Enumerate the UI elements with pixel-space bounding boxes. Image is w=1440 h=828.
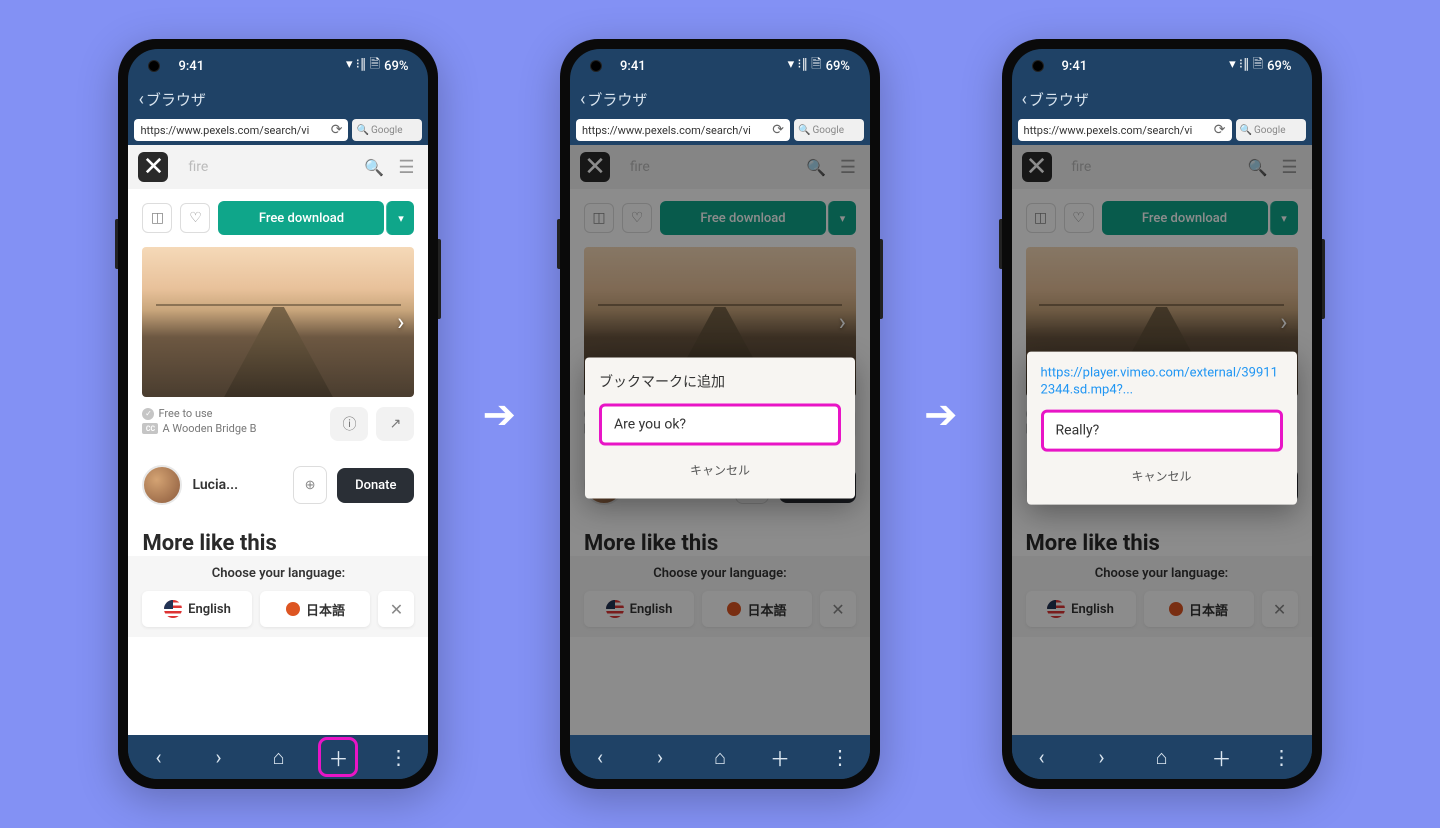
video-dialog: https://player.vimeo.com/external/399112… [1027,352,1297,505]
flag-us-icon [164,600,182,618]
nav-back-icon[interactable]: ‹ [141,740,175,774]
nav-add-icon[interactable]: ＋ [763,740,797,774]
nav-forward-icon[interactable]: › [201,740,235,774]
flow-arrow-icon: ➔ [924,391,958,438]
url-input[interactable]: https://www.pexels.com/search/vi⟳ [134,119,348,141]
header-title: ブラウザ [146,89,206,110]
nav-back-icon[interactable]: ‹ [583,740,617,774]
search-icon: 🔍 [356,125,368,136]
google-search[interactable]: 🔍Google [794,119,864,141]
app-header: ‹ブラウザ [128,83,428,115]
bookmark-name-input[interactable]: Are you ok? [599,404,841,446]
language-panel: Choose your language: English 日本語 ✕ [128,556,428,637]
phone-3: 9:41 ▾ ⁝∥ 🗎 69% ‹ブラウザ https://www.pexels… [1002,39,1322,789]
cancel-button[interactable]: キャンセル [599,456,841,485]
bottom-nav: ‹ › ⌂ ＋ ⋮ [128,735,428,779]
hero-image[interactable]: › [142,247,414,397]
cc-icon: CC [142,423,158,434]
bookmark-button[interactable]: ◫ [142,203,172,233]
url-row: https://www.pexels.com/search/vi⟳ 🔍Googl… [128,115,428,145]
check-icon: ✓ [142,408,154,420]
camera-hole [590,60,602,72]
bottom-nav: ‹ › ⌂ ＋ ⋮ [570,735,870,779]
status-icons: ▾ ⁝∥ 🗎 69% [346,55,408,77]
language-heading: Choose your language: [142,566,414,581]
image-title: A Wooden Bridge B [162,422,256,435]
nav-add-icon[interactable]: ＋ [321,740,355,774]
download-button[interactable]: Free download [218,201,384,235]
nav-more-icon[interactable]: ⋮ [381,740,415,774]
language-english[interactable]: English [142,591,252,627]
camera-hole [148,60,160,72]
page-content: ✕ fire 🔍 ☰ ◫ ♡ Free download ▾ › ✓ Free t… [128,145,428,735]
download-caret-icon[interactable]: ▾ [386,201,414,235]
nav-more-icon[interactable]: ⋮ [823,740,857,774]
next-arrow-icon[interactable]: › [397,308,404,336]
screen-1: 9:41 ▾ ⁝∥ 🗎 69% ‹ブラウザ https://www.pexels… [128,49,428,779]
info-button[interactable]: ⓘ [330,407,368,441]
reload-icon[interactable]: ⟳ [772,122,784,138]
menu-icon[interactable]: ☰ [398,157,414,178]
nav-home-icon[interactable]: ⌂ [703,740,737,774]
back-chevron-icon[interactable]: ‹ [580,89,585,110]
cancel-button[interactable]: キャンセル [1041,462,1283,491]
search-icon[interactable]: 🔍 [364,158,384,177]
flag-jp-icon [286,602,300,616]
more-heading: More like this [128,519,428,556]
back-chevron-icon[interactable]: ‹ [138,89,143,110]
page-content: ✕fire🔍☰ ◫♡Free download▾ › ✓Free to useC… [570,145,870,735]
video-name-input[interactable]: Really? [1041,410,1283,452]
dialog-title: ブックマークに追加 [599,372,841,392]
language-japanese[interactable]: 日本語 [260,591,370,627]
search-icon: 🔍 [798,125,810,136]
url-input[interactable]: https://www.pexels.com/search/vi⟳ [576,119,790,141]
phone-2: 9:41 ▾ ⁝∥ 🗎 69% ‹ブラウザ https://www.pexels… [560,39,880,789]
phone-1: 9:41 ▾ ⁝∥ 🗎 69% ‹ブラウザ https://www.pexels… [118,39,438,789]
dialog-link[interactable]: https://player.vimeo.com/external/399112… [1041,366,1283,400]
language-close-icon[interactable]: ✕ [378,591,414,627]
author-row: Lucia... ⊕ Donate [128,451,428,519]
follow-button[interactable]: ⊕ [293,466,327,504]
site-search-bar: ✕ fire 🔍 ☰ [128,145,428,189]
bookmark-dialog: ブックマークに追加 Are you ok? キャンセル [585,358,855,499]
status-bar: 9:41 ▾ ⁝∥ 🗎 69% [570,49,870,83]
google-search[interactable]: 🔍Google [352,119,422,141]
app-header: ‹ブラウザ [570,83,870,115]
tool-row: ◫ ♡ Free download ▾ [128,189,428,247]
share-button[interactable]: ↗ [376,407,414,441]
donate-button[interactable]: Donate [337,468,414,503]
screen-2: 9:41 ▾ ⁝∥ 🗎 69% ‹ブラウザ https://www.pexels… [570,49,870,779]
status-time: 9:41 [178,59,204,74]
avatar[interactable] [142,465,182,505]
reload-icon[interactable]: ⟳ [331,122,343,138]
flow-arrow-icon: ➔ [482,391,516,438]
author-name[interactable]: Lucia... [192,477,238,493]
nav-home-icon[interactable]: ⌂ [261,740,295,774]
like-button[interactable]: ♡ [180,203,210,233]
search-input[interactable]: fire [182,159,350,175]
close-icon[interactable]: ✕ [138,152,168,182]
free-label: Free to use [158,407,212,420]
meta-row: ✓ Free to use CC A Wooden Bridge B ⓘ ↗ [128,397,428,451]
status-bar: 9:41 ▾ ⁝∥ 🗎 69% [128,49,428,83]
screen-3: 9:41 ▾ ⁝∥ 🗎 69% ‹ブラウザ https://www.pexels… [1012,49,1312,779]
nav-forward-icon[interactable]: › [643,740,677,774]
